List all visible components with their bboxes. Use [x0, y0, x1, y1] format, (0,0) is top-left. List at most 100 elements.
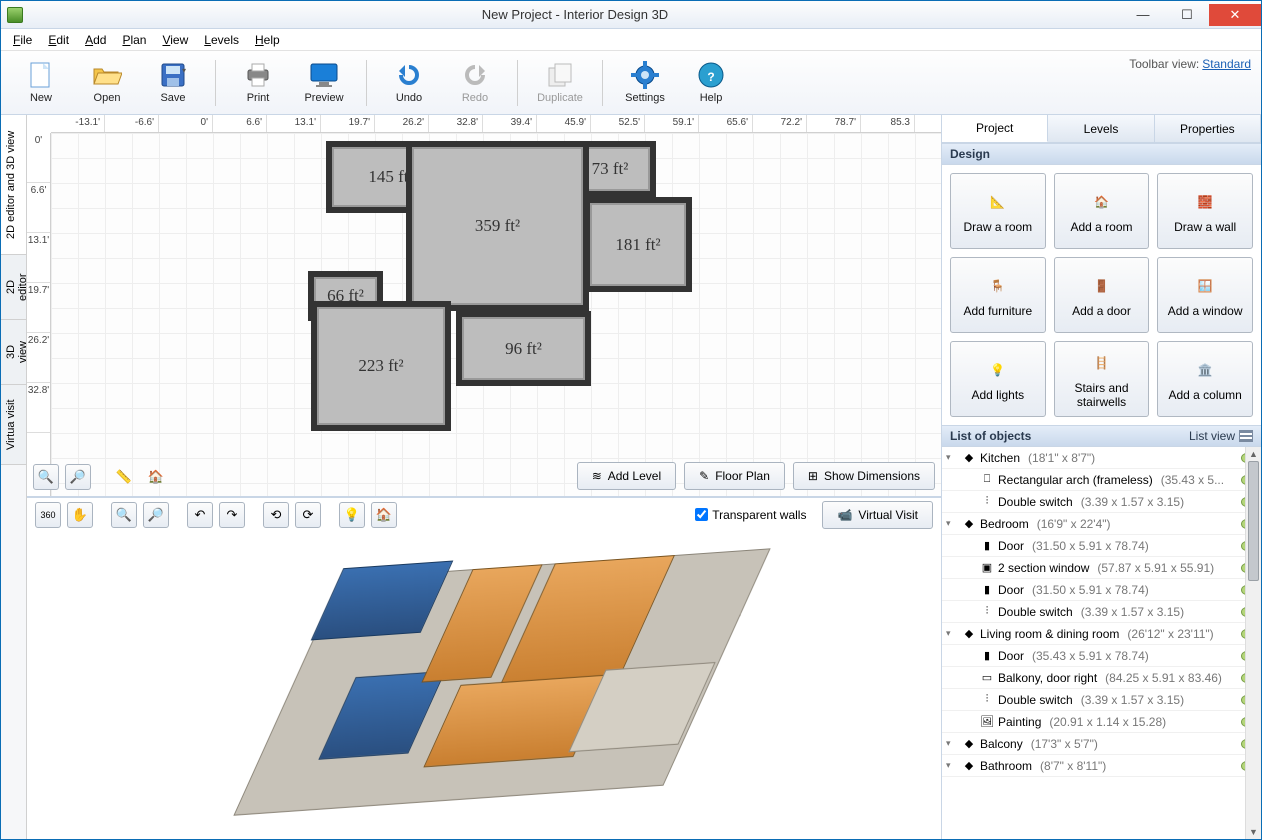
object-group[interactable]: ▾◆Living room & dining room(26'12" x 23'… [942, 623, 1261, 645]
object-item[interactable]: ⫶Double switch(3.39 x 1.57 x 3.15) [942, 689, 1261, 711]
list-view-toggle[interactable]: List view [1189, 429, 1253, 443]
ruler-tick: 13.1' [27, 233, 50, 283]
titlebar: New Project - Interior Design 3D — ☐ ✕ [1, 1, 1261, 29]
rotate-right-button[interactable]: ↷ [219, 502, 245, 528]
stairs-button[interactable]: 🪜Stairs and stairwells [1054, 341, 1150, 417]
scrollbar[interactable]: ▲▼ [1245, 447, 1261, 839]
object-item[interactable]: ▣2 section window(57.87 x 5.91 x 55.91) [942, 557, 1261, 579]
object-name: Painting [998, 715, 1041, 729]
open-button[interactable]: Open [77, 54, 137, 112]
virtual-visit-button[interactable]: 📹Virtual Visit [822, 501, 933, 529]
menu-add[interactable]: Add [79, 31, 112, 49]
rotate-left-button[interactable]: ↶ [187, 502, 213, 528]
settings-button[interactable]: Settings [615, 54, 675, 112]
menu-view[interactable]: View [156, 31, 194, 49]
object-name: Balcony [980, 737, 1023, 751]
save-button[interactable]: ▾Save [143, 54, 203, 112]
object-group[interactable]: ▾◆Bedroom(16'9" x 22'4") [942, 513, 1261, 535]
object-item[interactable]: 🖼Painting(20.91 x 1.14 x 15.28) [942, 711, 1261, 733]
object-dimensions: (18'1" x 8'7") [1028, 451, 1095, 465]
tab-2d-3d[interactable]: 2D editor and 3D view [1, 115, 26, 255]
zoom-out-3d-button[interactable]: 🔍 [111, 502, 137, 528]
duplicate-button[interactable]: Duplicate [530, 54, 590, 112]
zoom-in-button[interactable]: 🔎 [65, 464, 91, 490]
editor-2d[interactable]: -13.1'-6.6'0'6.6'13.1'19.7'26.2'32.8'39.… [27, 115, 941, 497]
ruler-tick: -13.1' [51, 115, 105, 132]
ruler-icon[interactable]: 📏 [111, 464, 137, 490]
floorplan-canvas[interactable]: 145 ft² 73 ft² 359 ft² 181 ft² 66 ft² 22… [51, 133, 941, 496]
tilt-up-button[interactable]: ⟲ [263, 502, 289, 528]
window-title: New Project - Interior Design 3D [29, 7, 1121, 22]
redo-button[interactable]: Redo [445, 54, 505, 112]
ruler-tick: 32.8' [27, 383, 50, 433]
object-item[interactable]: ▮Door(31.50 x 5.91 x 78.74) [942, 579, 1261, 601]
ruler-tick: 52.5' [591, 115, 645, 132]
menu-edit[interactable]: Edit [42, 31, 75, 49]
app-icon [7, 7, 23, 23]
zoom-out-button[interactable]: 🔍 [33, 464, 59, 490]
help-button[interactable]: ?Help [681, 54, 741, 112]
menu-file[interactable]: File [7, 31, 38, 49]
object-item[interactable]: ⎕Rectangular arch (frameless)(35.43 x 5.… [942, 469, 1261, 491]
add-door-button[interactable]: 🚪Add a door [1054, 257, 1150, 333]
tab-virtual-visit[interactable]: Virtua visit [1, 385, 26, 465]
object-item[interactable]: ▮Door(35.43 x 5.91 x 78.74) [942, 645, 1261, 667]
expand-icon: ▾ [946, 628, 958, 639]
toolbar: New Open ▾Save Print Preview Undo Redo D… [1, 51, 1261, 115]
menu-help[interactable]: Help [249, 31, 286, 49]
object-group[interactable]: ▾◆Kitchen(18'1" x 8'7") [942, 447, 1261, 469]
object-item[interactable]: ▭Balkony, door right(84.25 x 5.91 x 83.4… [942, 667, 1261, 689]
add-column-button[interactable]: 🏛️Add a column [1157, 341, 1253, 417]
object-group[interactable]: ▾◆Balcony(17'3" x 5'7") [942, 733, 1261, 755]
object-item[interactable]: ⫶Double switch(3.39 x 1.57 x 3.15) [942, 601, 1261, 623]
close-button[interactable]: ✕ [1209, 4, 1261, 26]
menu-levels[interactable]: Levels [198, 31, 245, 49]
object-dimensions: (31.50 x 5.91 x 78.74) [1032, 539, 1149, 553]
ruler-tick: 6.6' [213, 115, 267, 132]
tab-2d-editor[interactable]: 2D editor [1, 255, 26, 320]
draw-room-button[interactable]: 📐Draw a room [950, 173, 1046, 249]
add-lights-button[interactable]: 💡Add lights [950, 341, 1046, 417]
menubar: File Edit Add Plan View Levels Help [1, 29, 1261, 51]
object-dimensions: (26'12" x 23'11") [1127, 627, 1213, 641]
show-dimensions-button[interactable]: ⊞Show Dimensions [793, 462, 935, 490]
room-96[interactable]: 96 ft² [456, 311, 591, 386]
print-button[interactable]: Print [228, 54, 288, 112]
add-room-button[interactable]: 🏠Add a room [1054, 173, 1150, 249]
add-window-button[interactable]: 🪟Add a window [1157, 257, 1253, 333]
undo-button[interactable]: Undo [379, 54, 439, 112]
ruler-tick: 59.1' [645, 115, 699, 132]
home-icon[interactable]: 🏠 [143, 464, 169, 490]
tab-levels[interactable]: Levels [1048, 115, 1154, 142]
menu-plan[interactable]: Plan [116, 31, 152, 49]
pan-button[interactable]: ✋ [67, 502, 93, 528]
maximize-button[interactable]: ☐ [1165, 4, 1209, 26]
object-item[interactable]: ⫶Double switch(3.39 x 1.57 x 3.15) [942, 491, 1261, 513]
editor-3d[interactable]: 360 ✋ 🔍 🔎 ↶ ↷ ⟲ ⟳ 💡 🏠 Transparent walls … [27, 497, 941, 839]
tab-3d-view[interactable]: 3D view [1, 320, 26, 385]
add-furniture-button[interactable]: 🪑Add furniture [950, 257, 1046, 333]
object-group[interactable]: ▾◆Bathroom(8'7" x 8'11") [942, 755, 1261, 777]
object-dimensions: (8'7" x 8'11") [1040, 759, 1106, 773]
file-icon [26, 61, 56, 89]
svg-text:?: ? [707, 70, 714, 84]
draw-wall-button[interactable]: 🧱Draw a wall [1157, 173, 1253, 249]
room-223[interactable]: 223 ft² [311, 301, 451, 431]
monitor-icon [309, 61, 339, 89]
expand-icon: ▾ [946, 452, 958, 463]
tab-project[interactable]: Project [942, 115, 1048, 142]
object-name: 2 section window [998, 561, 1089, 575]
rotate360-button[interactable]: 360 [35, 502, 61, 528]
toolbar-view-mode[interactable]: Standard [1202, 57, 1251, 71]
room-181[interactable]: 181 ft² [584, 197, 692, 292]
preview-button[interactable]: Preview [294, 54, 354, 112]
object-list[interactable]: ▾◆Kitchen(18'1" x 8'7")⎕Rectangular arch… [942, 447, 1261, 839]
minimize-button[interactable]: — [1121, 4, 1165, 26]
tab-properties[interactable]: Properties [1155, 115, 1261, 142]
new-button[interactable]: New [11, 54, 71, 112]
add-level-button[interactable]: ≋Add Level [577, 462, 676, 490]
object-item[interactable]: ▮Door(31.50 x 5.91 x 78.74) [942, 535, 1261, 557]
zoom-in-3d-button[interactable]: 🔎 [143, 502, 169, 528]
floor-plan-button[interactable]: ✎Floor Plan [684, 462, 785, 490]
room-359[interactable]: 359 ft² [406, 141, 589, 311]
